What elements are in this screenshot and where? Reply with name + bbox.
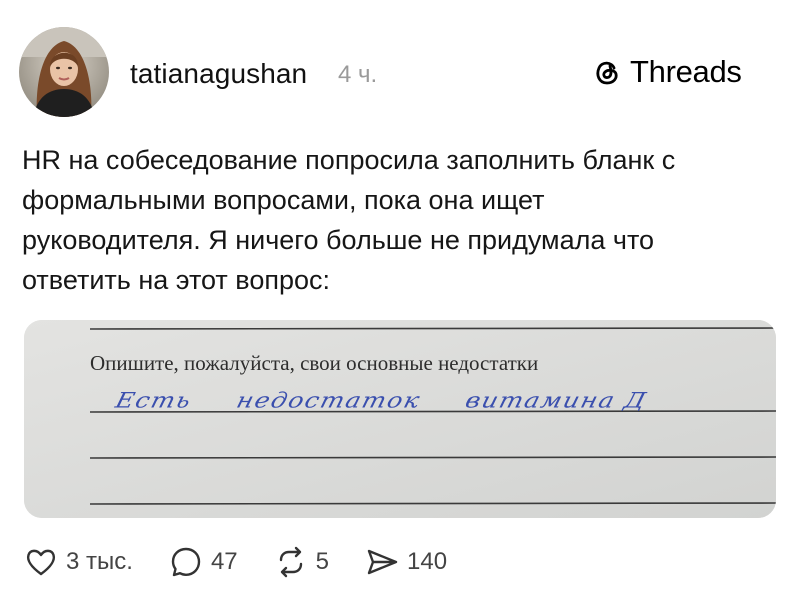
brand-name: Threads	[630, 54, 742, 89]
comment-button[interactable]: 47	[169, 545, 238, 579]
post-text-line: ответить на этот вопрос:	[22, 265, 331, 295]
handwritten-word: недостаток	[233, 388, 424, 413]
form-paper-graphic	[24, 320, 776, 518]
repost-count: 5	[315, 548, 329, 575]
threads-logo-icon	[596, 61, 618, 85]
share-button[interactable]: 140	[365, 545, 447, 579]
post-actions: 3 тыс. 47 5 140	[24, 545, 483, 579]
like-button[interactable]: 3 тыс.	[24, 545, 133, 579]
avatar[interactable]	[19, 27, 109, 117]
handwritten-answer: Есть недостаток витамина Д	[113, 388, 650, 413]
comment-bubble-icon	[171, 547, 201, 577]
post-text-line: формальными вопросами, пока она ищет	[22, 185, 545, 215]
avatar-photo-icon	[19, 27, 109, 117]
handwritten-word: витамина Д	[462, 388, 650, 413]
post-text: HR на собеседование попросила заполнить …	[22, 140, 782, 300]
send-icon	[367, 549, 398, 575]
comment-count: 47	[210, 548, 238, 575]
form-question: Опишите, пожалуйста, свои основные недос…	[90, 351, 539, 375]
repost-button[interactable]: 5	[274, 545, 329, 579]
post-time: 4 ч.	[338, 61, 378, 88]
handwritten-word: Есть	[112, 388, 195, 413]
post-text-line: руководителя. Я ничего больше не придума…	[22, 225, 655, 255]
repost-icon	[279, 546, 302, 578]
share-count: 140	[407, 548, 448, 575]
threads-brand: Threads	[590, 54, 742, 90]
heart-icon	[26, 549, 56, 576]
post-text-line: HR на собеседование попросила заполнить …	[22, 145, 676, 175]
author-username[interactable]: tatianagushan	[130, 58, 307, 90]
attached-photo[interactable]: Опишите, пожалуйста, свои основные недос…	[24, 320, 776, 518]
like-count: 3 тыс.	[66, 548, 133, 575]
